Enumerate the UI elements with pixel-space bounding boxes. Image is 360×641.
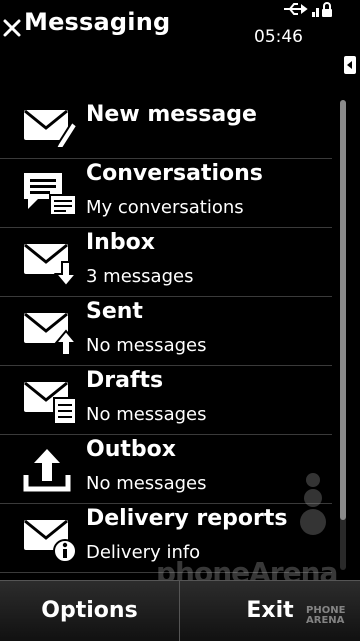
- item-label: Drafts: [86, 368, 164, 393]
- message-folder-list: New message Conversations My conversatio…: [0, 90, 332, 573]
- item-subtitle: No messages: [86, 404, 207, 425]
- list-item-outbox[interactable]: Outbox No messages: [0, 435, 332, 504]
- close-icon[interactable]: [2, 18, 22, 38]
- item-label: New message: [86, 102, 257, 127]
- item-label: Delivery reports: [86, 506, 288, 531]
- drafts-icon: [24, 381, 77, 424]
- side-expand-tab[interactable]: [344, 56, 356, 74]
- watermark-logo-icon: [300, 473, 326, 535]
- signal-lock-icon: [312, 2, 332, 17]
- inbox-icon: [24, 243, 78, 286]
- delivery-reports-icon: [24, 519, 77, 562]
- status-bar: Messaging 05:46: [0, 0, 360, 56]
- item-label: Sent: [86, 299, 143, 324]
- sent-icon: [24, 312, 78, 355]
- scrollbar-thumb[interactable]: [340, 100, 346, 520]
- item-label: Outbox: [86, 437, 176, 462]
- status-icons: [284, 2, 332, 17]
- clock: 05:46: [254, 27, 303, 47]
- item-label: Inbox: [86, 230, 155, 255]
- item-subtitle: 3 messages: [86, 266, 194, 287]
- usb-icon: [284, 3, 308, 15]
- watermark-small-text: PHONE ARENA: [306, 605, 346, 626]
- list-item-new-message[interactable]: New message: [0, 90, 332, 159]
- page-title: Messaging: [24, 8, 171, 36]
- item-subtitle: My conversations: [86, 197, 244, 218]
- outbox-icon: [23, 449, 71, 492]
- list-item-sent[interactable]: Sent No messages: [0, 297, 332, 366]
- item-label: Conversations: [86, 161, 263, 186]
- options-button[interactable]: Options: [0, 581, 180, 641]
- list-item-inbox[interactable]: Inbox 3 messages: [0, 228, 332, 297]
- item-subtitle: No messages: [86, 473, 207, 494]
- list-item-drafts[interactable]: Drafts No messages: [0, 366, 332, 435]
- new-message-icon: [24, 109, 78, 148]
- conversations-icon: [24, 173, 77, 216]
- item-subtitle: No messages: [86, 335, 207, 356]
- list-item-conversations[interactable]: Conversations My conversations: [0, 159, 332, 228]
